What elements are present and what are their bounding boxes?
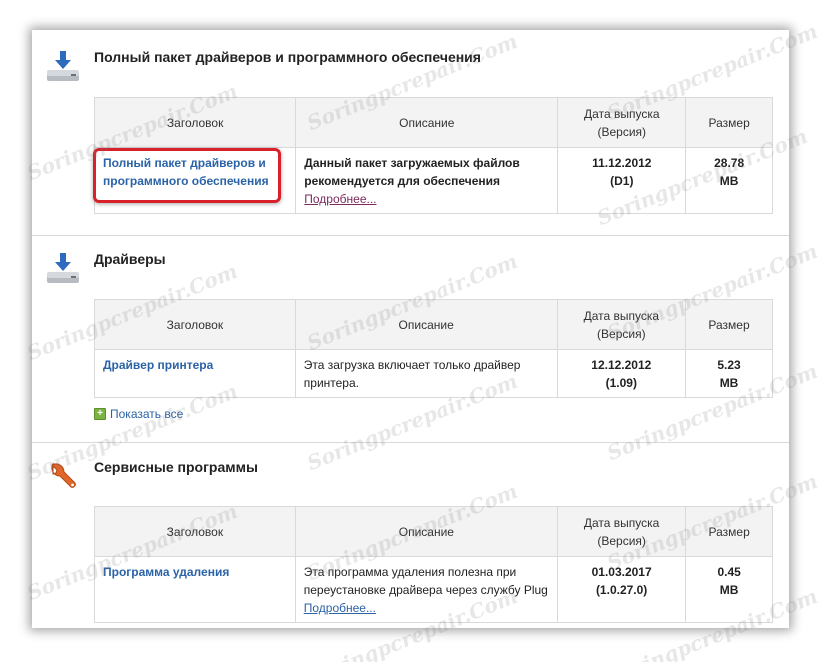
driver-download-panel: Полный пакет драйверов и программного об… [32, 30, 789, 628]
column-header-description: Описание [295, 97, 559, 148]
release-version: (1.0.27.0) [595, 583, 648, 597]
release-date: 11.12.2012 [592, 156, 652, 170]
row-description: Данный пакет загружаемых файлов рекоменд… [304, 156, 520, 188]
column-header-title: Заголовок [93, 97, 297, 148]
table-header-row: Заголовок Описание Дата выпуска (Версия)… [94, 506, 773, 557]
row-description: Эта загрузка включает только драйвер при… [303, 358, 521, 390]
column-header-size: Размер [685, 299, 773, 350]
column-header-date: Дата выпуска (Версия) [557, 97, 687, 148]
printer-driver-download-link[interactable]: Драйвер принтера [103, 358, 213, 372]
section-divider [32, 235, 789, 236]
download-drive-icon [44, 48, 82, 91]
section-title-full-package: Полный пакет драйверов и программного об… [94, 49, 481, 65]
file-size-unit: MB [719, 376, 739, 390]
file-size-unit: MB [719, 583, 739, 597]
release-date: 12.12.2012 [591, 358, 652, 372]
section-divider [32, 442, 789, 443]
file-size-unit: MB [719, 174, 739, 188]
section-title-service-programs: Сервисные программы [94, 459, 258, 475]
service-programs-table: Заголовок Описание Дата выпуска (Версия)… [94, 506, 773, 623]
column-header-date: Дата выпуска (Версия) [556, 299, 687, 350]
uninstaller-download-link[interactable]: Программа удаления [103, 565, 229, 579]
column-header-date: Дата выпуска (Версия) [556, 506, 687, 557]
more-details-link[interactable]: Подробнее... [304, 601, 376, 615]
column-header-title: Заголовок [94, 299, 296, 350]
wrench-icon [44, 458, 82, 501]
column-header-title: Заголовок [94, 506, 296, 557]
column-header-size: Размер [685, 97, 773, 148]
file-size: 28.78 [714, 156, 745, 170]
show-all-label: Показать все [110, 407, 184, 421]
plus-icon: + [94, 408, 106, 420]
table-row: Программа удаления Эта программа удалени… [94, 556, 773, 623]
table-header-row: Заголовок Описание Дата выпуска (Версия)… [94, 299, 773, 350]
release-version: (1.09) [605, 376, 637, 390]
download-drive-icon [44, 250, 82, 293]
drivers-table: Заголовок Описание Дата выпуска (Версия)… [94, 299, 773, 398]
more-details-link[interactable]: Подробнее... [304, 192, 376, 206]
column-header-description: Описание [294, 299, 558, 350]
table-header-row: Заголовок Описание Дата выпуска (Версия)… [93, 97, 773, 148]
file-size: 5.23 [717, 358, 741, 372]
release-date: 01.03.2017 [591, 565, 652, 579]
row-description: Эта программа удаления полезна при переу… [303, 565, 548, 597]
highlight-frame [93, 148, 281, 203]
release-version: (D1) [610, 174, 634, 188]
section-title-drivers: Драйверы [94, 251, 166, 267]
screenshot-stage: Полный пакет драйверов и программного об… [0, 0, 823, 662]
column-header-description: Описание [294, 506, 559, 557]
column-header-size: Размер [685, 506, 773, 557]
table-row: Драйвер принтера Эта загрузка включает т… [94, 349, 773, 398]
file-size: 0.45 [717, 565, 741, 579]
show-all-link[interactable]: + Показать все [94, 407, 183, 421]
